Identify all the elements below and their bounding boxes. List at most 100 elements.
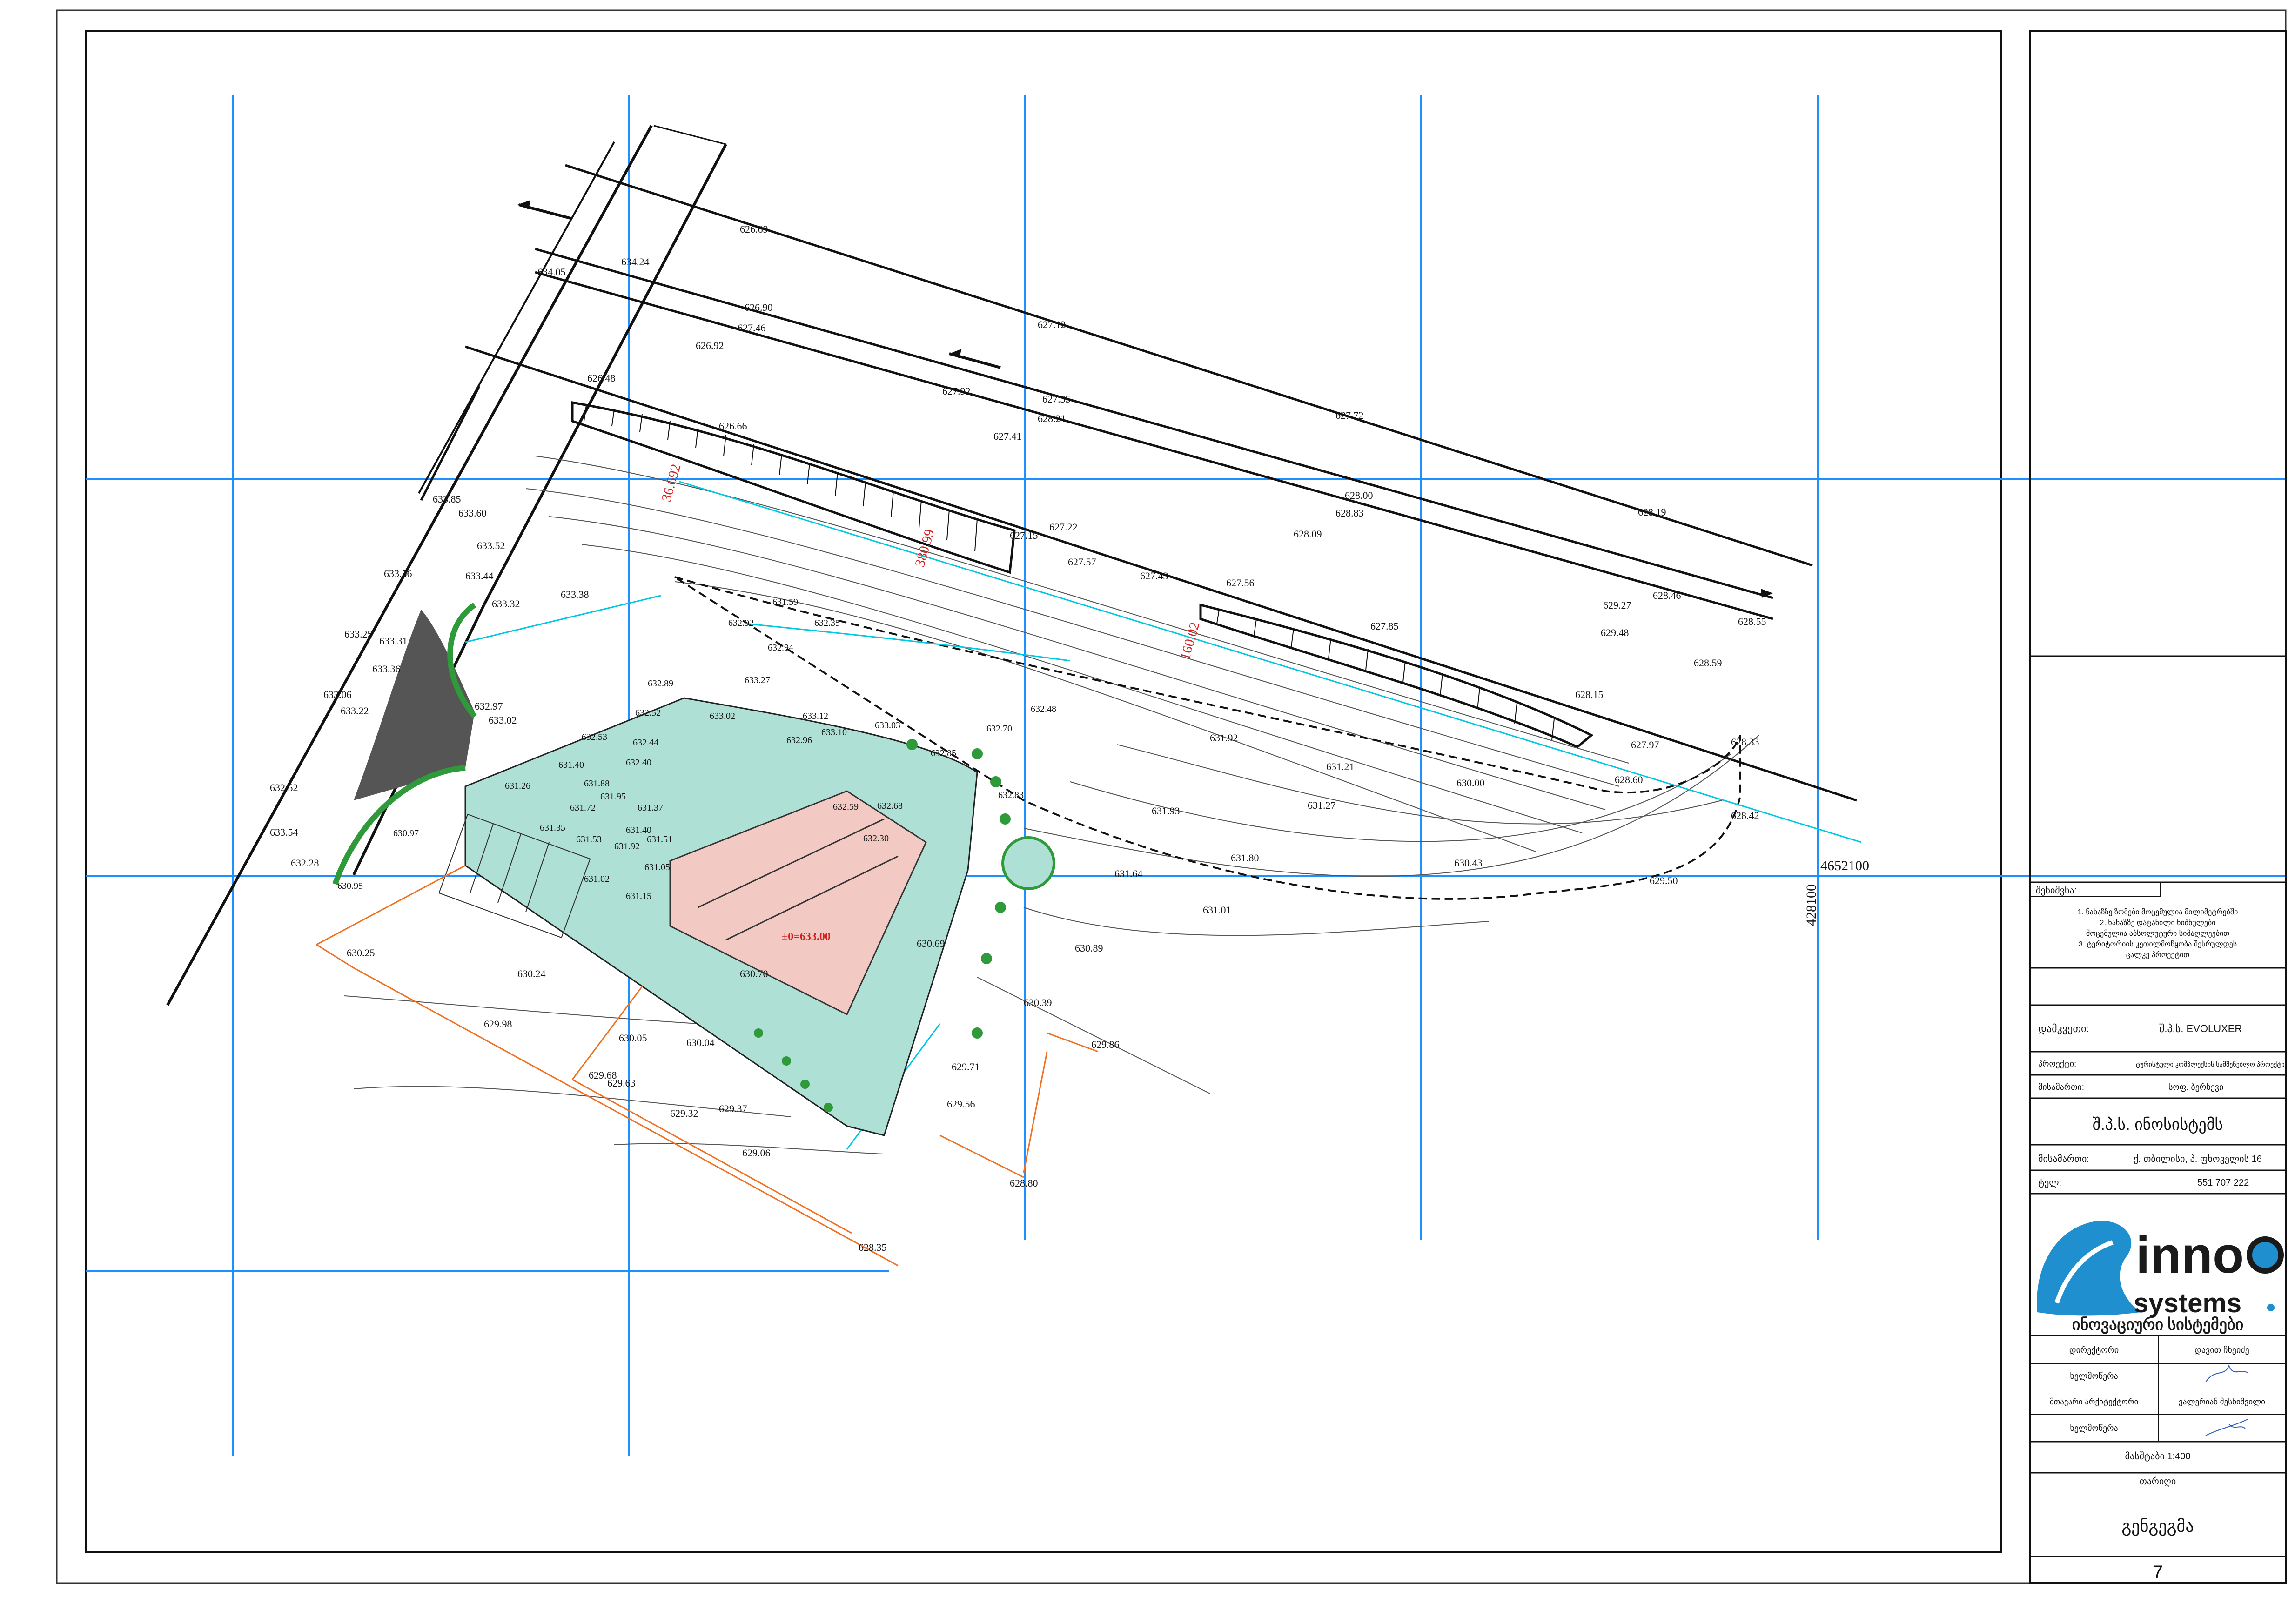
spot-level-label: 633.44 (465, 570, 494, 582)
signature-row-2: ხელმოწერა (2070, 1419, 2248, 1436)
spot-level-label: 630.00 (1456, 777, 1485, 789)
spot-level-label: 633.10 (821, 727, 847, 738)
spot-level-label: 631.95 (600, 792, 626, 802)
spot-level-label: 630.95 (337, 881, 363, 891)
address-row: მისამართი: სოფ. ბერხევი (2038, 1082, 2223, 1092)
svg-text:ხელმოწერა: ხელმოწერა (2070, 1423, 2118, 1433)
logo-map-icon (2037, 1221, 2141, 1316)
spot-level-label: 632.30 (863, 833, 889, 844)
spot-level-label: 633.36 (372, 663, 401, 675)
spot-level-label: 626.48 (587, 372, 616, 384)
spot-level-label: 626.69 (740, 223, 768, 235)
spot-level-label: 634.24 (621, 256, 650, 268)
spot-level-label: 627.12 (1038, 319, 1066, 330)
spot-level-label: 632.97 (475, 700, 503, 712)
phone-row: ტელ: 551 707 222 (2038, 1178, 2249, 1188)
spot-level-label: 631.88 (584, 778, 610, 789)
spot-level-label: 631.02 (584, 874, 610, 884)
company-logo: inno systems ინოვაციური სისტემები (2037, 1221, 2284, 1334)
company-address-row: მისამართი: ქ. თბილისი, პ. ფხოველის 16 (2038, 1154, 2262, 1164)
spot-level-label: 631.80 (1231, 852, 1259, 864)
spot-level-label: 632.28 (291, 857, 319, 869)
spot-level-label: 628.46 (1653, 590, 1681, 601)
svg-text:2. ნახაზზე დატანილი ნიშნულები: 2. ნახაზზე დატანილი ნიშნულები (2100, 919, 2216, 927)
spot-level-label: 629.63 (607, 1077, 636, 1089)
spot-level-label: 627.97 (1631, 739, 1659, 751)
sheet-title: გენგეგმა (2121, 1517, 2194, 1536)
spot-level-label: 629.98 (484, 1018, 512, 1030)
spot-level-label: 630.04 (686, 1037, 715, 1048)
svg-text:შ.პ.ს. EVOLUXER: შ.პ.ს. EVOLUXER (2159, 1023, 2242, 1034)
traffic-arrows (517, 200, 1773, 598)
spot-level-label: 630.97 (393, 828, 419, 839)
spot-level-label: 630.25 (347, 947, 375, 959)
spot-level-label: 633.52 (477, 540, 505, 551)
spot-level-label: 631.51 (647, 834, 672, 845)
signature-row-1: ხელმოწერა (2070, 1364, 2248, 1382)
spot-level-label: 630.43 (1454, 857, 1483, 869)
spot-level-label: 632.92 (728, 618, 754, 628)
spot-level-label: 633.38 (561, 589, 589, 600)
spot-level-label: 632.52 (270, 782, 298, 793)
spot-level-label: 626.90 (745, 302, 773, 313)
site-plan-drawing: 4652100 428100 ±0=633.00 380.99 160.02 3… (56, 9, 2287, 1584)
coordinate-easting-label: 4652100 (1820, 858, 1869, 873)
spot-level-label: 627.57 (1068, 556, 1096, 568)
logo-caption: ინოვაციური სისტემები (2072, 1316, 2244, 1334)
spot-level-label: 632.52 (635, 708, 661, 718)
spot-level-label: 634.05 (537, 266, 566, 278)
roundabout (1001, 836, 1055, 890)
spot-level-label: 628.09 (1294, 528, 1322, 540)
spot-level-label: 632.89 (648, 678, 673, 689)
spot-level-label: 628.35 (859, 1241, 887, 1253)
spot-level-label: 627.46 (738, 322, 766, 334)
logo-o-ring-icon (2247, 1236, 2284, 1274)
spot-level-label: 629.27 (1603, 599, 1631, 611)
spot-level-label: 631.53 (576, 834, 602, 845)
logo-dot-icon (2267, 1304, 2275, 1311)
scale-label: მასშტაბი 1:400 (2125, 1451, 2191, 1462)
date-label: თარიღი (2140, 1476, 2176, 1487)
spot-level-label: 629.32 (670, 1107, 698, 1119)
spot-level-label: 631.21 (1326, 761, 1355, 772)
spot-level-label: 633.54 (270, 826, 298, 838)
spot-level-label: 629.37 (719, 1103, 747, 1114)
spot-level-label: 632.85 (931, 748, 956, 758)
spot-level-label: 631.92 (614, 841, 640, 852)
spot-level-label: 626.66 (719, 420, 747, 432)
spot-level-label: 631.35 (540, 823, 565, 833)
svg-text:3. ტერიტორიის კეთილმოწყობა შეს: 3. ტერიტორიის კეთილმოწყობა შესრულდეს (2079, 940, 2237, 948)
signature-scribble-2 (2205, 1419, 2248, 1436)
spot-level-label: 631.40 (558, 760, 584, 770)
logo-sub: systems (2134, 1288, 2241, 1318)
signature-scribble-1 (2205, 1364, 2248, 1382)
svg-text:ვალერიან მესხიშვილი: ვალერიან მესხიშვილი (2179, 1397, 2265, 1407)
spot-level-label: 631.64 (1114, 868, 1143, 879)
spot-level-label: 628.55 (1738, 616, 1766, 627)
spot-level-label: 632.59 (833, 802, 859, 812)
spot-level-label: 630.70 (740, 968, 768, 980)
spot-level-label: 633.85 (433, 493, 461, 505)
spot-level-label: 630.05 (619, 1032, 647, 1044)
spot-level-label: 631.01 (1203, 904, 1231, 916)
notes-label: შენიშვნა: (2036, 886, 2077, 896)
spot-level-label: 632.68 (877, 801, 903, 811)
spot-level-label: 629.50 (1650, 875, 1678, 886)
chief-architect-row: მთავარი არქიტექტორი ვალერიან მესხიშვილი (2050, 1397, 2265, 1407)
spot-level-label: 627.41 (993, 430, 1022, 442)
spot-level-label: 633.32 (492, 598, 520, 610)
svg-text:პროექტი:: პროექტი: (2038, 1059, 2076, 1069)
spot-level-label: 628.19 (1638, 506, 1666, 518)
svg-text:ცალკე პროექტით: ცალკე პროექტით (2126, 951, 2190, 959)
spot-level-label: 630.89 (1075, 942, 1103, 954)
road-label-2: 160.02 (1177, 621, 1202, 662)
svg-text:1. ნახაზზე ზომები მოცემულია მი: 1. ნახაზზე ზომები მოცემულია მილიმეტრებში (2078, 908, 2238, 916)
spot-level-label: 632.70 (986, 724, 1012, 734)
spot-level-label: 628.83 (1335, 507, 1364, 519)
spot-level-label: 628.42 (1731, 810, 1759, 821)
director-row: დირექტორი დავით ჩხეიძე (2069, 1345, 2249, 1355)
spot-level-label: 629.71 (952, 1061, 980, 1073)
spot-level-label: 632.35 (814, 618, 840, 628)
spot-level-label: 633.22 (341, 705, 369, 717)
svg-text:ტურისტული კომპლექსის სამშენებლ: ტურისტული კომპლექსის სამშენებლო პროექტი (2136, 1060, 2285, 1068)
